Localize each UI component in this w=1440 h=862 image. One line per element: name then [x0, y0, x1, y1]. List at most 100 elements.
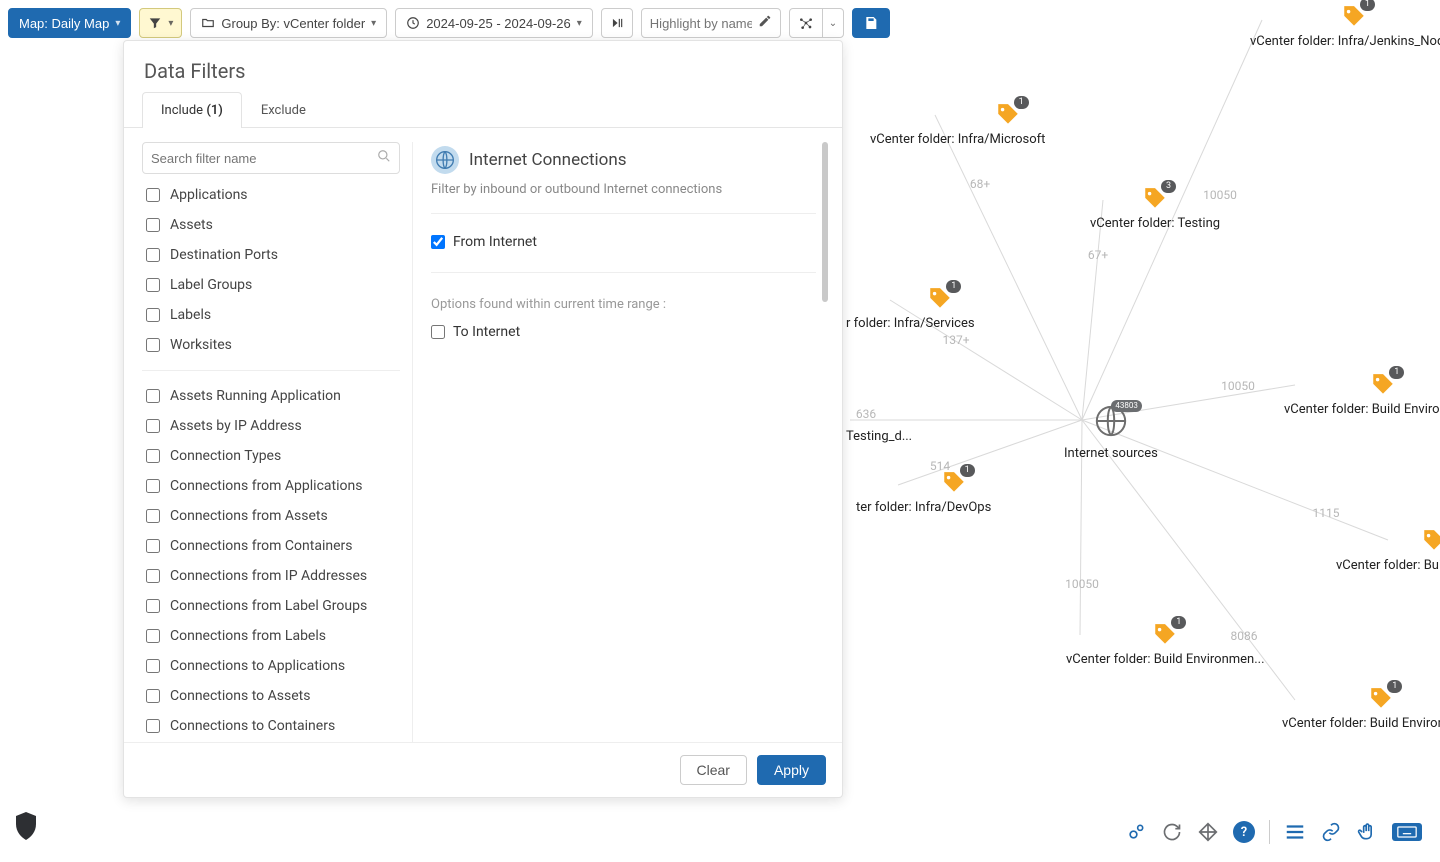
shield-icon[interactable] — [14, 812, 38, 840]
node-build1[interactable]: 1 vCenter folder: Build Environmen... — [1284, 372, 1440, 417]
keyboard-icon[interactable] — [1392, 823, 1422, 841]
to-internet-checkbox[interactable] — [431, 325, 445, 339]
link-icon[interactable] — [1320, 821, 1342, 843]
options-hint: Options found within current time range … — [431, 297, 816, 312]
from-internet-checkbox[interactable] — [431, 235, 445, 249]
detail-title: Internet Connections — [469, 150, 627, 170]
data-filters-dialog: Data Filters Include (1) Exclude Applica… — [123, 40, 843, 798]
filter-item[interactable]: Applications — [142, 180, 400, 210]
filter-item[interactable]: Connections from Label Groups — [142, 591, 400, 621]
filter-item[interactable]: Connections from Labels — [142, 621, 400, 651]
filter-checkbox[interactable] — [146, 539, 160, 553]
list-view-icon[interactable] — [1284, 821, 1306, 843]
filter-item-label: Connections from Labels — [170, 628, 326, 644]
filter-checkbox[interactable] — [146, 719, 160, 733]
divider — [142, 370, 400, 371]
pan-hand-icon[interactable] — [1356, 821, 1378, 843]
tab-include-label: Include — [161, 103, 203, 118]
filter-item[interactable]: Assets by IP Address — [142, 411, 400, 441]
filter-item[interactable]: Connections from Containers — [142, 531, 400, 561]
filter-item-label: Connections from Label Groups — [170, 598, 367, 614]
filter-search-input[interactable] — [151, 151, 371, 166]
refresh-icon[interactable] — [1161, 821, 1183, 843]
node-badge: 1 — [960, 464, 975, 477]
edge-label: 68+ — [970, 177, 990, 191]
filter-item[interactable]: Connections to Applications — [142, 651, 400, 681]
edge-label: 514 — [930, 459, 950, 473]
filter-checkbox[interactable] — [146, 449, 160, 463]
filter-checkbox[interactable] — [146, 599, 160, 613]
filter-checkbox[interactable] — [146, 479, 160, 493]
filter-search[interactable] — [142, 142, 400, 174]
filter-item-label: Connections from Applications — [170, 478, 362, 494]
filter-checkbox[interactable] — [146, 389, 160, 403]
node-label: Testing_d... — [846, 429, 912, 444]
tab-include[interactable]: Include (1) — [142, 92, 242, 128]
filter-item[interactable]: Connections to IP Addresses — [142, 741, 400, 742]
node-testing[interactable]: 3 vCenter folder: Testing — [1090, 186, 1220, 231]
edge-label: 10050 — [1065, 577, 1099, 591]
filter-checkbox[interactable] — [146, 308, 160, 322]
filter-detail-pane: Internet Connections Filter by inbound o… — [412, 142, 830, 742]
tab-exclude[interactable]: Exclude — [242, 92, 325, 128]
node-build2[interactable]: 2 vCenter folder: Build — [1376, 528, 1440, 573]
node-devops[interactable]: 1 ter folder: Infra/DevOps — [886, 470, 1021, 515]
filter-checkbox[interactable] — [146, 569, 160, 583]
node-internet-sources[interactable]: 43803 Internet sources — [1064, 404, 1158, 461]
filter-item-label: Worksites — [170, 337, 232, 353]
help-icon[interactable]: ? — [1233, 821, 1255, 843]
filter-checkbox[interactable] — [146, 629, 160, 643]
filter-list[interactable]: ApplicationsAssets Destination Ports Label… — [142, 142, 412, 742]
move-icon[interactable] — [1197, 821, 1219, 843]
filter-checkbox[interactable] — [146, 218, 160, 232]
node-buildenv3[interactable]: 1 vCenter folder: Build Environmen... — [1282, 686, 1440, 731]
filter-item-label: Connections to Containers — [170, 718, 335, 734]
filter-item[interactable]: Worksites — [142, 330, 400, 360]
filter-item-label: Assets by IP Address — [170, 418, 302, 434]
filter-item[interactable]: Destination Ports — [142, 240, 400, 270]
filter-checkbox[interactable] — [146, 188, 160, 202]
filter-item-label: Connections from IP Addresses — [170, 568, 367, 584]
filter-checkbox[interactable] — [146, 689, 160, 703]
filter-item[interactable]: Label Groups — [142, 270, 400, 300]
filter-checkbox[interactable] — [146, 248, 160, 262]
filter-item[interactable]: Connections from Assets — [142, 501, 400, 531]
separator — [1269, 820, 1270, 844]
node-badge: 1 — [946, 280, 961, 293]
node-services[interactable]: 1 r folder: Infra/Services — [876, 286, 1005, 331]
filter-item[interactable]: Connections from Applications — [142, 471, 400, 501]
apply-button[interactable]: Apply — [757, 755, 826, 785]
filter-item[interactable]: Assets — [142, 210, 400, 240]
tab-include-count: (1) — [206, 103, 223, 118]
filter-checkbox[interactable] — [146, 509, 160, 523]
filter-item-label: Connections from Assets — [170, 508, 328, 524]
node-microsoft[interactable]: 1 vCenter folder: Infra/Microsoft — [920, 102, 1095, 147]
clear-button[interactable]: Clear — [680, 755, 747, 785]
divider — [431, 272, 816, 273]
node-label: vCenter folder: Infra/Jenkins_Nodes — [1250, 34, 1440, 49]
filter-checkbox[interactable] — [146, 659, 160, 673]
filter-item[interactable]: Labels — [142, 300, 400, 330]
filter-item[interactable]: Assets Running Application — [142, 381, 400, 411]
filter-item[interactable]: Connections to Containers — [142, 711, 400, 741]
settings-icon[interactable] — [1125, 821, 1147, 843]
node-badge: 1 — [1014, 96, 1029, 109]
filter-checkbox[interactable] — [146, 338, 160, 352]
filter-item[interactable]: Connections from IP Addresses — [142, 561, 400, 591]
from-internet-row[interactable]: From Internet — [431, 230, 816, 254]
search-icon — [377, 149, 391, 167]
filter-item-label: Label Groups — [170, 277, 252, 293]
node-jenkins[interactable]: 1 vCenter folder: Infra/Jenkins_Nodes — [1250, 4, 1440, 49]
edge-label: 67+ — [1088, 248, 1108, 262]
node-testing-d[interactable]: Testing_d... — [846, 425, 912, 444]
filter-item[interactable]: Connection Types — [142, 441, 400, 471]
filter-checkbox[interactable] — [146, 278, 160, 292]
filter-checkbox[interactable] — [146, 419, 160, 433]
divider — [431, 213, 816, 214]
scrollbar[interactable] — [822, 142, 828, 302]
node-label: ter folder: Infra/DevOps — [856, 500, 991, 515]
filter-item[interactable]: Connections to Assets — [142, 681, 400, 711]
filter-item-label: Destination Ports — [170, 247, 278, 263]
node-badge: 1 — [1171, 616, 1186, 629]
to-internet-row[interactable]: To Internet — [431, 320, 816, 344]
